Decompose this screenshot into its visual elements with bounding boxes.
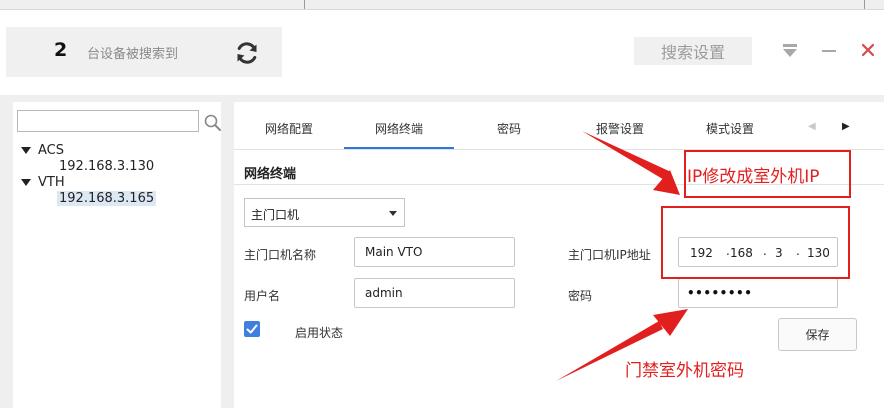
minimize-icon[interactable] — [822, 50, 836, 52]
device-type-select[interactable]: 主门口机 — [244, 198, 405, 227]
tree-group-vth[interactable]: VTH — [38, 175, 65, 190]
close-icon[interactable] — [860, 42, 876, 58]
device-count-panel: 2 台设备被搜索到 — [6, 27, 282, 77]
chevron-down-icon — [389, 211, 397, 216]
window-top-strip — [0, 0, 884, 10]
tab-network-terminal[interactable]: 网络终端 — [375, 120, 423, 137]
filter-icon[interactable] — [782, 44, 798, 58]
search-icon[interactable] — [203, 113, 223, 133]
ip-highlight-annotation — [661, 206, 850, 279]
tree-group-acs[interactable]: ACS — [38, 143, 64, 158]
username-input[interactable] — [354, 278, 515, 308]
refresh-icon[interactable] — [234, 40, 260, 66]
section-title: 网络终端 — [244, 167, 297, 182]
tree-collapse-icon[interactable] — [21, 147, 31, 154]
tree-collapse-icon[interactable] — [21, 179, 31, 186]
username-label: 用户名 — [244, 289, 281, 303]
tab-scroll-left-icon[interactable]: ◀ — [808, 121, 816, 132]
save-button[interactable]: 保存 — [778, 318, 857, 351]
tab-mode-settings[interactable]: 模式设置 — [706, 120, 754, 137]
device-count: 2 — [54, 39, 68, 61]
enable-label: 启用状态 — [295, 326, 344, 340]
search-settings-button[interactable]: 搜索设置 — [634, 37, 752, 65]
strip-divider — [864, 0, 865, 9]
tree-item-device-selected[interactable]: 192.168.3.165 — [57, 191, 157, 206]
tab-scroll-right-icon[interactable]: ▶ — [842, 121, 850, 132]
ip-label: 主门口机IP地址 — [568, 248, 651, 262]
tab-alarm-settings[interactable]: 报警设置 — [596, 120, 644, 137]
ip-note-text: IP修改成室外机IP — [687, 167, 820, 187]
strip-divider — [304, 0, 305, 9]
devices-found-label: 台设备被搜索到 — [87, 47, 179, 62]
tab-password[interactable]: 密码 — [497, 120, 521, 137]
password-label: 密码 — [568, 289, 593, 303]
password-note-text: 门禁室外机密码 — [625, 361, 744, 381]
name-input[interactable] — [354, 237, 515, 267]
enable-checkbox[interactable] — [244, 321, 260, 337]
password-input[interactable]: •••••••• — [678, 278, 838, 308]
tab-network-config[interactable]: 网络配置 — [265, 120, 313, 137]
tree-item-device[interactable]: 192.168.3.130 — [59, 159, 154, 174]
device-search-input[interactable] — [17, 110, 199, 132]
device-type-value: 主门口机 — [251, 208, 300, 222]
name-label: 主门口机名称 — [244, 248, 317, 262]
password-value: •••••••• — [687, 286, 753, 300]
